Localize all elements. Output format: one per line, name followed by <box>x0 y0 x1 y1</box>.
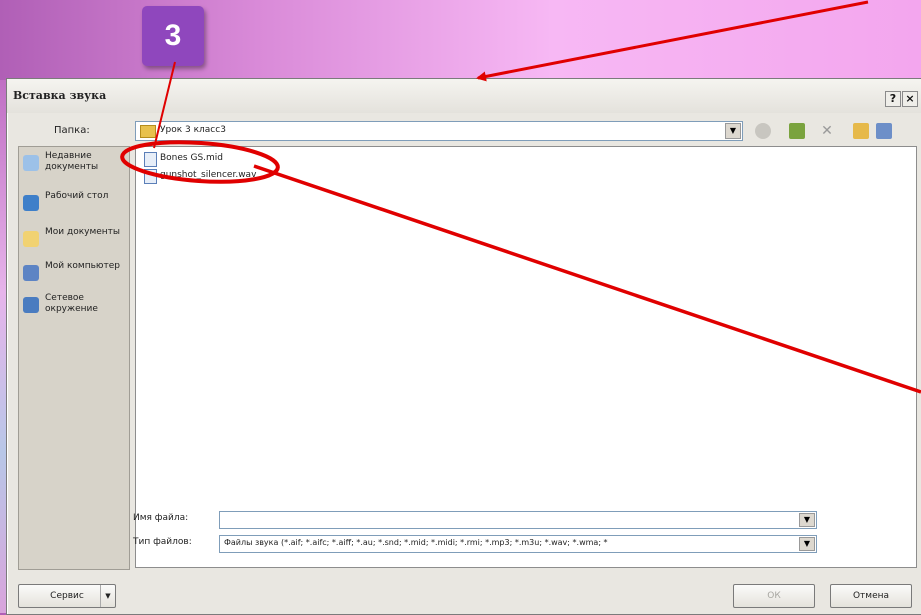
help-button[interactable]: ? <box>885 91 901 107</box>
place-label: Сетевое окружение <box>45 293 98 314</box>
place-label: Мой компьютер <box>45 261 120 271</box>
file-list[interactable]: Bones GS.mid gunshot_silencer.wav <box>135 146 917 568</box>
audio-file-icon <box>144 169 157 184</box>
ok-button[interactable]: ОК <box>733 584 815 608</box>
my-computer-icon <box>23 265 39 281</box>
place-desktop[interactable]: Рабочий стол <box>23 191 127 231</box>
views-icon[interactable] <box>876 123 892 139</box>
cancel-button[interactable]: Отмена <box>830 584 912 608</box>
audio-file-icon <box>144 152 157 167</box>
lookin-label: Папка: <box>54 125 90 136</box>
tools-label: Сервис <box>50 591 84 601</box>
filetype-dropdown[interactable]: Файлы звука (*.aif; *.aifc; *.aiff; *.au… <box>219 535 817 553</box>
lookin-dropdown[interactable]: Урок 3 класс3 ▼ <box>135 121 743 141</box>
up-folder-icon[interactable] <box>789 123 805 139</box>
delete-icon[interactable]: ✕ <box>819 123 835 139</box>
file-name: gunshot_silencer.wav <box>160 170 257 180</box>
recent-docs-icon <box>23 155 39 171</box>
my-documents-icon <box>23 231 39 247</box>
desktop-icon <box>23 195 39 211</box>
filetype-value: Файлы звука (*.aif; *.aifc; *.aiff; *.au… <box>224 538 608 547</box>
dialog-title: Вставка звука <box>13 89 107 102</box>
insert-sound-dialog: Вставка звука ? × Папка: Урок 3 класс3 ▼… <box>6 78 921 615</box>
close-button[interactable]: × <box>902 91 918 107</box>
chevron-down-icon[interactable]: ▼ <box>100 585 115 607</box>
filetype-label: Тип файлов: <box>133 537 192 547</box>
folder-icon <box>140 125 156 138</box>
chevron-down-icon[interactable]: ▼ <box>799 513 815 527</box>
network-icon <box>23 297 39 313</box>
lookin-value: Урок 3 класс3 <box>160 125 226 135</box>
tools-button[interactable]: Сервис ▼ <box>18 584 116 608</box>
filename-label: Имя файла: <box>133 513 189 523</box>
step-badge: 3 <box>142 6 204 66</box>
place-label: Мои документы <box>45 227 121 237</box>
place-recent[interactable]: Недавние документы <box>23 151 127 191</box>
chevron-down-icon[interactable]: ▼ <box>725 123 741 139</box>
place-network[interactable]: Сетевое окружение <box>23 293 127 333</box>
file-name: Bones GS.mid <box>160 153 223 163</box>
dialog-titlebar: Вставка звука ? × <box>7 79 921 113</box>
chevron-down-icon[interactable]: ▼ <box>799 537 815 551</box>
filename-input[interactable]: ▼ <box>219 511 817 529</box>
back-icon[interactable] <box>755 123 771 139</box>
new-folder-icon[interactable] <box>853 123 869 139</box>
places-bar: Недавние документы Рабочий стол Мои доку… <box>18 146 130 570</box>
place-label: Недавние документы <box>45 151 99 172</box>
annotation-arrow <box>476 0 869 82</box>
place-label: Рабочий стол <box>45 191 109 201</box>
